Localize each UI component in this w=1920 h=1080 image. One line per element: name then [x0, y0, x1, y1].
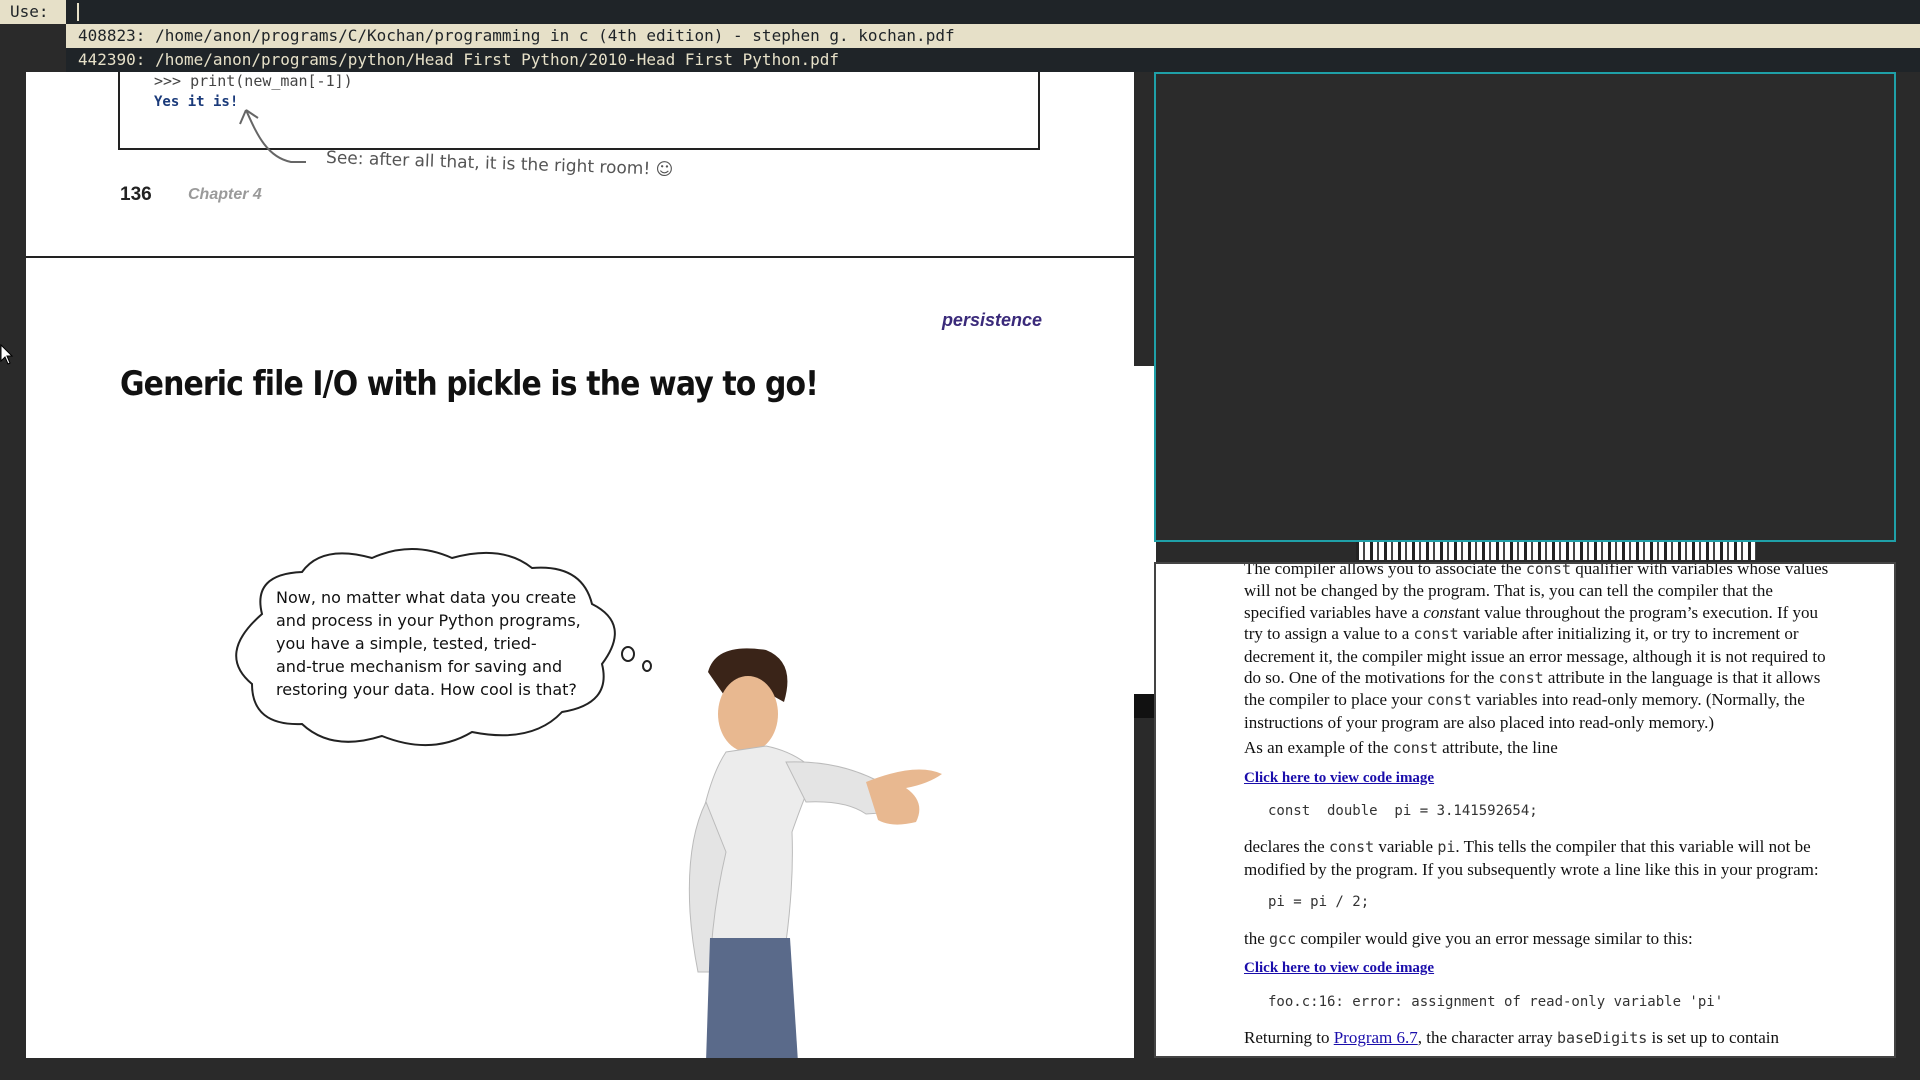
thought-line: Now, no matter what data you create — [276, 588, 577, 607]
ebook-paragraph: The compiler allows you to associate the… — [1244, 562, 1829, 732]
code-line: pi = pi / 2; — [1268, 894, 1370, 911]
thought-line: restoring your data. How cool is that? — [276, 680, 577, 699]
thought-line: you have a simple, tested, tried- — [276, 634, 537, 653]
annotation-arrow-icon — [239, 109, 306, 163]
program-link[interactable]: Program 6.7 — [1334, 1028, 1418, 1047]
code-line: foo.c:16: error: assignment of read-only… — [1268, 993, 1724, 1010]
background-image-sliver — [1356, 542, 1756, 560]
person-illustration-icon — [688, 648, 942, 1058]
background-window-strip — [1134, 366, 1156, 702]
thought-line: and process in your Python programs, — [276, 611, 581, 630]
ebook-content: The compiler allows you to associate the… — [1244, 562, 1834, 1053]
ebook-paragraph: declares the const variable pi. This tel… — [1244, 837, 1819, 879]
page-heading: Generic file I/O with pickle is the way … — [120, 364, 819, 404]
pdf-viewer-window[interactable]: >>> print(new_man[-1]) Yes it is! See: a… — [26, 72, 1134, 1058]
results-list: 408823: /home/anon/programs/C/Kochan/pro… — [66, 24, 1920, 72]
launcher-prompt-bar: Use: — [0, 0, 1920, 24]
thought-bubble-text: Now, no matter what data you create and … — [276, 586, 606, 701]
section-label: persistence — [941, 310, 1042, 330]
handwritten-annotation: See: after all that, it is the right roo… — [325, 147, 674, 181]
prompt-input[interactable] — [76, 3, 476, 21]
code-partial-line: >>> print(new_man[-1]) — [154, 72, 353, 90]
text-cursor — [77, 3, 79, 21]
background-window-strip-dark — [1134, 694, 1156, 718]
code-output: Yes it is! — [154, 94, 239, 110]
prompt-label: Use: — [0, 0, 66, 24]
page-divider — [26, 256, 1134, 258]
ebook-paragraph: the gcc compiler would give you an error… — [1244, 928, 1693, 948]
code-line: const double pi = 3.141592654; — [1268, 803, 1538, 820]
ebook-paragraph: Returning to Program 6.7, the character … — [1244, 1027, 1780, 1047]
empty-terminal-window[interactable] — [1154, 72, 1896, 542]
result-item[interactable]: 442390: /home/anon/programs/python/Head … — [66, 48, 1920, 72]
ebook-viewer-window[interactable]: The compiler allows you to associate the… — [1154, 562, 1896, 1058]
result-item-selected[interactable]: 408823: /home/anon/programs/C/Kochan/pro… — [66, 24, 1920, 48]
ebook-paragraph: As an example of the const attribute, th… — [1244, 738, 1558, 758]
view-code-image-link[interactable]: Click here to view code image — [1244, 770, 1434, 786]
page-number: 136 — [120, 184, 152, 205]
thought-line: and-true mechanism for saving and — [276, 657, 563, 676]
chapter-label: Chapter 4 — [188, 186, 262, 203]
mouse-pointer-icon — [0, 344, 14, 365]
view-code-image-link[interactable]: Click here to view code image — [1244, 960, 1434, 976]
